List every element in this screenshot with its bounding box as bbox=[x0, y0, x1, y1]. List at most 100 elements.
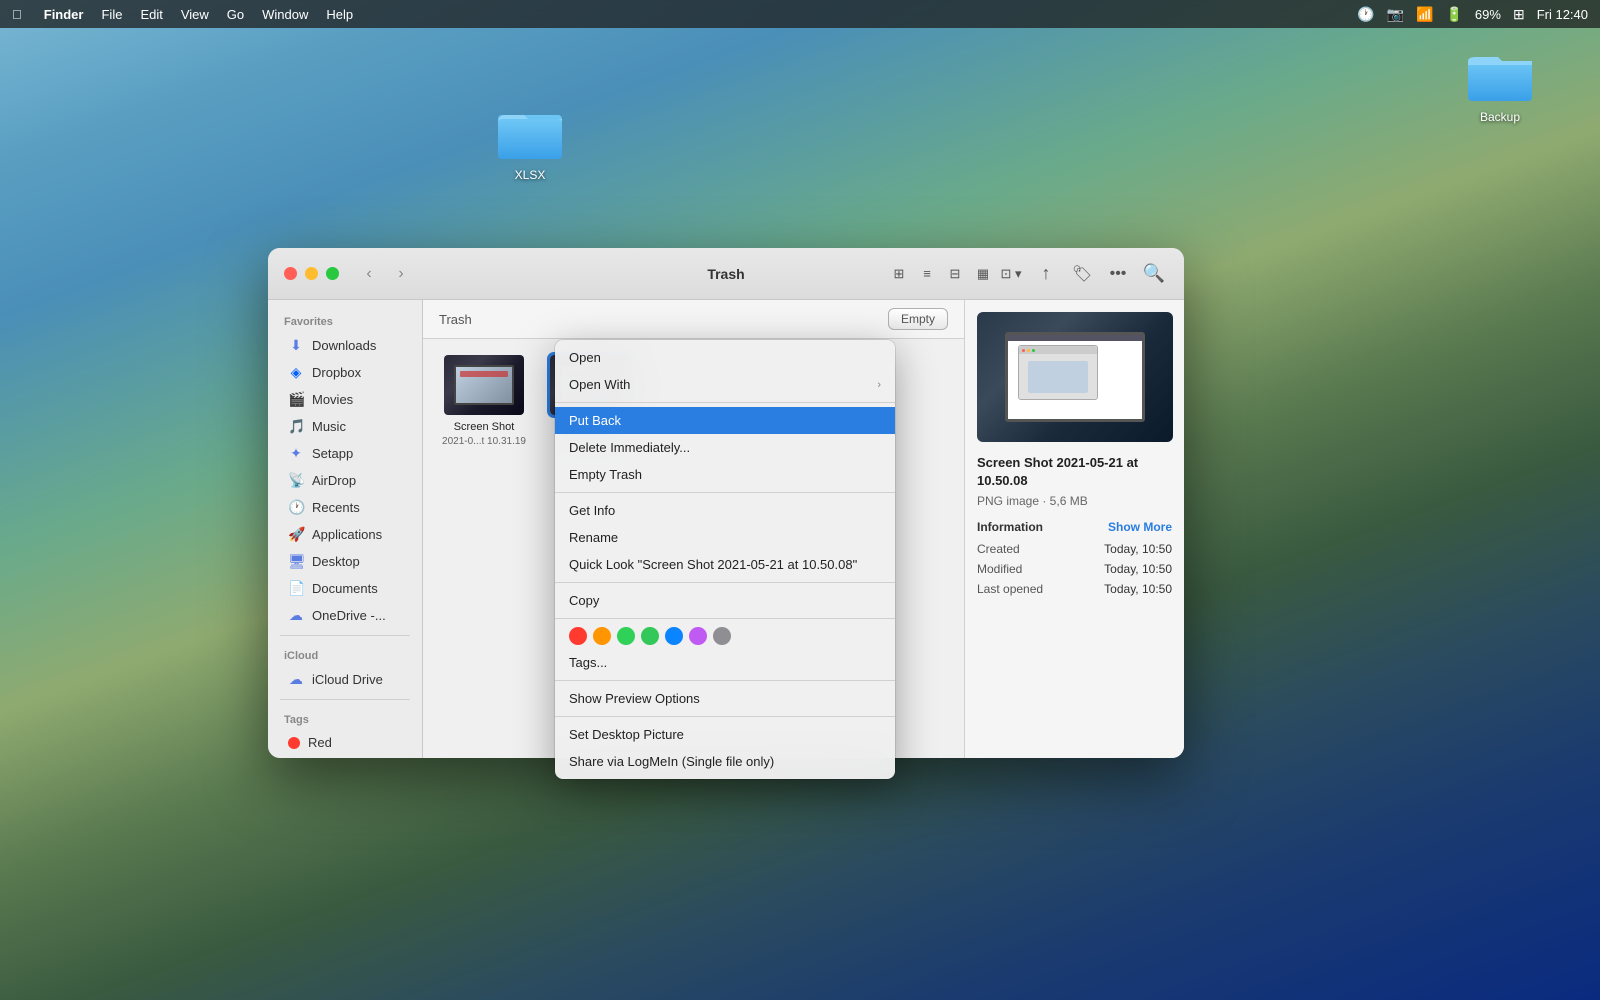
close-button[interactable] bbox=[284, 267, 297, 280]
apple-menu[interactable]:  bbox=[12, 7, 22, 22]
sidebar-item-setapp[interactable]: ✦ Setapp bbox=[272, 440, 418, 467]
sidebar-item-music[interactable]: 🎵 Music bbox=[272, 413, 418, 440]
context-share-logmein[interactable]: Share via LogMeIn (Single file only) bbox=[555, 748, 895, 775]
preview-screen-window bbox=[1018, 345, 1098, 400]
menu-help[interactable]: Help bbox=[326, 7, 353, 22]
preview-created-row: Created Today, 10:50 bbox=[977, 542, 1172, 556]
screenshot-icon: 📷 bbox=[1387, 6, 1404, 23]
context-open-with-label: Open With bbox=[569, 377, 630, 392]
file-item-screenshot1[interactable]: Screen Shot 2021-0...t 10.31.19 bbox=[439, 355, 529, 742]
context-open[interactable]: Open bbox=[555, 344, 895, 371]
backup-folder-icon bbox=[1468, 42, 1532, 106]
menu-edit[interactable]: Edit bbox=[140, 7, 162, 22]
tag-color-blue[interactable] bbox=[665, 627, 683, 645]
show-more-link[interactable]: Show More bbox=[1108, 520, 1172, 534]
tag-color-gray[interactable] bbox=[713, 627, 731, 645]
gallery-view-button[interactable]: ▦ bbox=[970, 263, 996, 285]
menubar-right: 🕐 📷 📶 🔋 69% ⊞ Fri 12:40 bbox=[1357, 6, 1588, 23]
context-sep-1 bbox=[555, 402, 895, 403]
sidebar-item-dropbox-label: Dropbox bbox=[312, 365, 361, 380]
tag-color-red[interactable] bbox=[569, 627, 587, 645]
preview-screen-window-bar bbox=[1019, 346, 1097, 354]
preview-image-inner bbox=[977, 312, 1173, 442]
menu-window[interactable]: Window bbox=[262, 7, 308, 22]
recents-icon: 🕐 bbox=[288, 499, 304, 516]
sidebar-item-recents[interactable]: 🕐 Recents bbox=[272, 494, 418, 521]
context-put-back[interactable]: Put Back bbox=[555, 407, 895, 434]
sidebar-item-tag-orange[interactable]: Orange bbox=[272, 755, 418, 758]
context-rename[interactable]: Rename bbox=[555, 524, 895, 551]
xlsx-folder-icon bbox=[498, 100, 562, 164]
maximize-button[interactable] bbox=[326, 267, 339, 280]
search-button[interactable]: 🔍 bbox=[1140, 260, 1168, 288]
sidebar-item-tag-red[interactable]: Red bbox=[272, 730, 418, 755]
menu-go[interactable]: Go bbox=[227, 7, 244, 22]
preview-info-label: Information Show More bbox=[977, 520, 1172, 534]
tag-button[interactable]: 🏷 bbox=[1068, 260, 1096, 288]
context-empty-trash[interactable]: Empty Trash bbox=[555, 461, 895, 488]
sidebar-item-desktop-label: Desktop bbox=[312, 554, 360, 569]
sidebar-item-tag-red-label: Red bbox=[308, 735, 332, 750]
sidebar-item-onedrive-label: OneDrive -... bbox=[312, 608, 386, 623]
context-open-with[interactable]: Open With › bbox=[555, 371, 895, 398]
movies-icon: 🎬 bbox=[288, 391, 304, 408]
column-view-button[interactable]: ⊟ bbox=[942, 263, 968, 285]
file-thumb-screen-1 bbox=[454, 365, 514, 405]
preview-panel: Screen Shot 2021-05-21 at 10.50.08 PNG i… bbox=[964, 300, 1184, 758]
open-with-arrow: › bbox=[877, 379, 881, 391]
sidebar-item-desktop[interactable]: 🖥 Desktop bbox=[272, 548, 418, 575]
menu-file[interactable]: File bbox=[101, 7, 122, 22]
list-view-button[interactable]: ≡ bbox=[914, 263, 940, 285]
sidebar-item-applications-label: Applications bbox=[312, 527, 382, 542]
menu-view[interactable]: View bbox=[181, 7, 209, 22]
content-header: Trash Empty bbox=[423, 300, 964, 339]
documents-icon: 📄 bbox=[288, 580, 304, 597]
desktop-icon-backup[interactable]: Backup bbox=[1460, 42, 1540, 124]
desktop:  Finder File Edit View Go Window Help 🕐… bbox=[0, 0, 1600, 1000]
created-label: Created bbox=[977, 542, 1020, 556]
share-button[interactable]: ↑ bbox=[1032, 260, 1060, 288]
tag-color-purple[interactable] bbox=[689, 627, 707, 645]
sidebar-divider-tags bbox=[280, 699, 410, 700]
sidebar-item-applications[interactable]: 🚀 Applications bbox=[272, 521, 418, 548]
tag-color-green[interactable] bbox=[641, 627, 659, 645]
context-sep-3 bbox=[555, 582, 895, 583]
menubar:  Finder File Edit View Go Window Help 🕐… bbox=[0, 0, 1600, 28]
context-copy[interactable]: Copy bbox=[555, 587, 895, 614]
context-get-info[interactable]: Get Info bbox=[555, 497, 895, 524]
sidebar: Favorites ⬇ Downloads ◈ Dropbox 🎬 Movies… bbox=[268, 300, 423, 758]
sidebar-item-onedrive[interactable]: ☁ OneDrive -... bbox=[272, 602, 418, 629]
traffic-lights bbox=[284, 267, 339, 280]
context-delete-immediately[interactable]: Delete Immediately... bbox=[555, 434, 895, 461]
sidebar-item-dropbox[interactable]: ◈ Dropbox bbox=[272, 359, 418, 386]
controlcenter-icon[interactable]: ⊞ bbox=[1513, 6, 1525, 23]
window-title: Trash bbox=[707, 266, 744, 282]
forward-button[interactable]: › bbox=[387, 260, 415, 288]
empty-trash-button[interactable]: Empty bbox=[888, 308, 948, 330]
minimize-button[interactable] bbox=[305, 267, 318, 280]
context-quick-look[interactable]: Quick Look "Screen Shot 2021-05-21 at 10… bbox=[555, 551, 895, 578]
back-button[interactable]: ‹ bbox=[355, 260, 383, 288]
tag-color-yellow[interactable] bbox=[617, 627, 635, 645]
sidebar-item-music-label: Music bbox=[312, 419, 346, 434]
group-button[interactable]: ⊡ ▾ bbox=[998, 263, 1024, 285]
sidebar-item-documents[interactable]: 📄 Documents bbox=[272, 575, 418, 602]
desktop-icon-xlsx[interactable]: XLSX bbox=[490, 100, 570, 182]
applications-icon: 🚀 bbox=[288, 526, 304, 543]
sidebar-item-downloads[interactable]: ⬇ Downloads bbox=[272, 332, 418, 359]
context-show-preview[interactable]: Show Preview Options bbox=[555, 685, 895, 712]
more-button[interactable]: ••• bbox=[1104, 260, 1132, 288]
file-name-1: Screen Shot bbox=[454, 420, 515, 434]
icon-view-button[interactable]: ⊞ bbox=[886, 263, 912, 285]
tag-color-orange[interactable] bbox=[593, 627, 611, 645]
sidebar-item-setapp-label: Setapp bbox=[312, 446, 353, 461]
menu-finder[interactable]: Finder bbox=[44, 7, 84, 22]
sidebar-item-icloud-drive[interactable]: ☁ iCloud Drive bbox=[272, 666, 418, 693]
dropbox-icon: ◈ bbox=[288, 364, 304, 381]
context-set-desktop[interactable]: Set Desktop Picture bbox=[555, 721, 895, 748]
context-tags[interactable]: Tags... bbox=[555, 649, 895, 676]
sidebar-item-airdrop[interactable]: 📡 AirDrop bbox=[272, 467, 418, 494]
sidebar-item-icloud-drive-label: iCloud Drive bbox=[312, 672, 383, 687]
onedrive-icon: ☁ bbox=[288, 607, 304, 624]
sidebar-item-movies[interactable]: 🎬 Movies bbox=[272, 386, 418, 413]
